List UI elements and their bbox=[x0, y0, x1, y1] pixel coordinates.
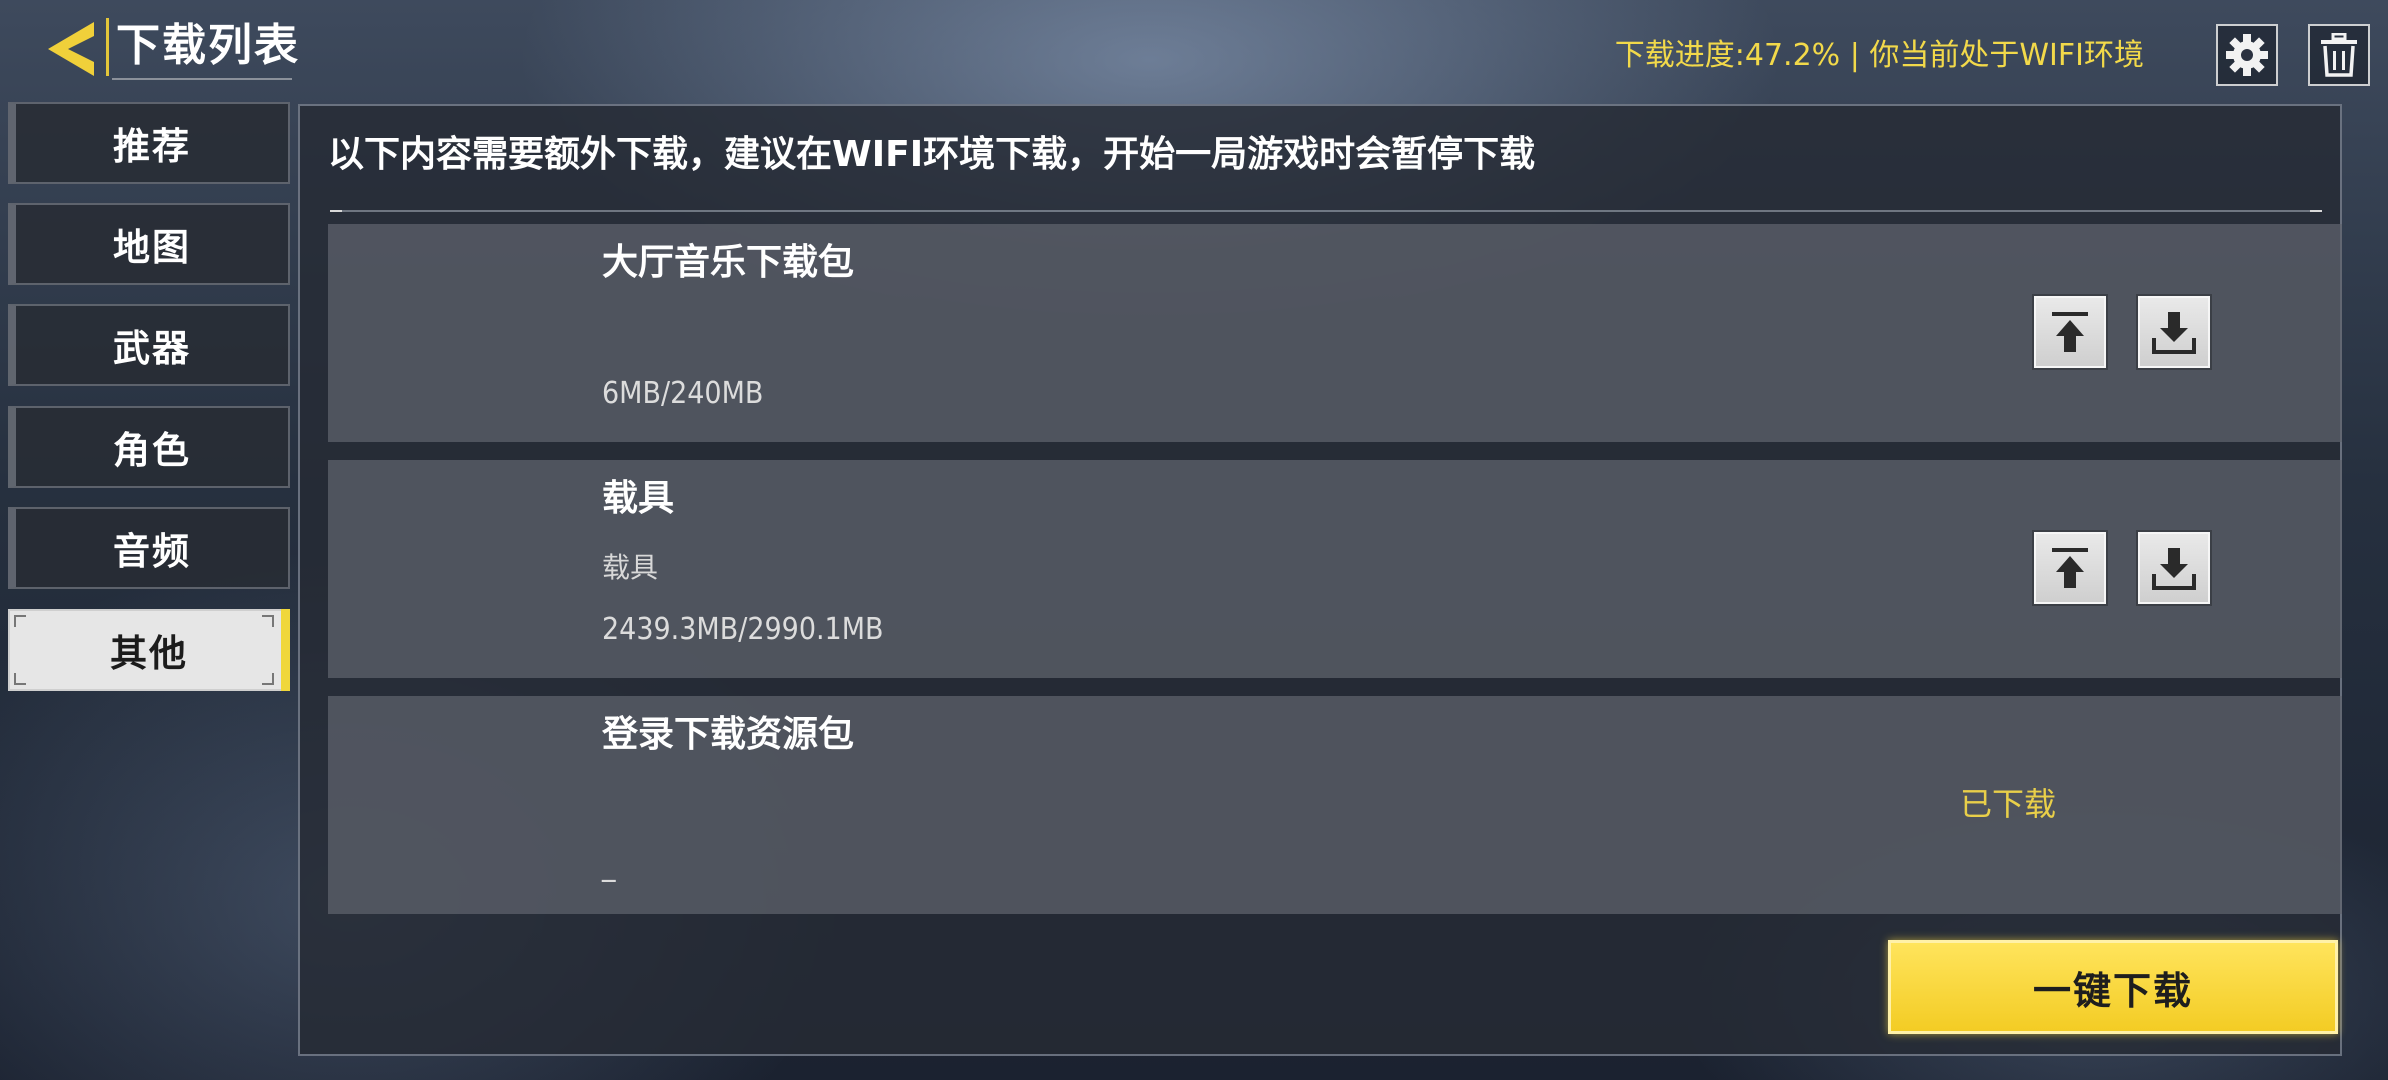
corner-bracket bbox=[14, 673, 26, 685]
download-list-panel: 以下内容需要额外下载，建议在WIFI环境下载，开始一局游戏时会暂停下载 大厅音乐… bbox=[298, 104, 2342, 1056]
corner-bracket bbox=[262, 615, 274, 627]
sidebar-item-weapon[interactable]: 武器 bbox=[8, 304, 290, 386]
trash-icon bbox=[2321, 33, 2357, 77]
delete-button[interactable] bbox=[2308, 24, 2370, 86]
package-row: 登录下载资源包 _ 已下载 bbox=[328, 696, 2342, 914]
corner-bracket bbox=[14, 615, 26, 627]
upload-icon bbox=[2052, 312, 2088, 352]
sidebar-item-label: 推荐 bbox=[113, 125, 191, 168]
package-description: 载具 bbox=[602, 551, 659, 584]
download-button[interactable] bbox=[2138, 532, 2210, 604]
divider-cap bbox=[2310, 210, 2322, 212]
package-row: 载具 载具 2439.3MB/2990.1MB bbox=[328, 460, 2342, 678]
divider-cap bbox=[330, 210, 342, 212]
sidebar-item-other[interactable]: 其他 bbox=[8, 609, 290, 691]
priority-up-button[interactable] bbox=[2034, 532, 2106, 604]
gear-icon bbox=[2226, 34, 2268, 76]
sidebar-item-audio[interactable]: 音频 bbox=[8, 507, 290, 589]
package-name: 载具 bbox=[602, 478, 675, 519]
sidebar-item-recommend[interactable]: 推荐 bbox=[8, 102, 290, 184]
download-notice: 以下内容需要额外下载，建议在WIFI环境下载，开始一局游戏时会暂停下载 bbox=[328, 134, 1536, 175]
download-icon bbox=[2152, 312, 2196, 354]
title-underline bbox=[112, 78, 292, 80]
header-divider bbox=[106, 18, 109, 76]
package-name: 大厅音乐下载包 bbox=[602, 242, 855, 283]
priority-up-button[interactable] bbox=[2034, 296, 2106, 368]
page-title: 下载列表 bbox=[116, 20, 300, 71]
back-arrow-icon bbox=[48, 22, 94, 76]
sidebar-item-character[interactable]: 角色 bbox=[8, 406, 290, 488]
downloaded-status: 已下载 bbox=[1960, 785, 2057, 823]
sidebar-item-label: 地图 bbox=[113, 226, 191, 269]
download-icon bbox=[2152, 548, 2196, 590]
package-size: 2439.3MB/2990.1MB bbox=[602, 612, 884, 647]
package-name: 登录下载资源包 bbox=[602, 714, 855, 755]
corner-bracket bbox=[262, 673, 274, 685]
one-key-download-button[interactable]: 一键下载 bbox=[1888, 940, 2338, 1034]
download-status: 下载进度:47.2% | 你当前处于WIFI环境 bbox=[1614, 38, 2144, 73]
sidebar-item-label: 武器 bbox=[113, 327, 191, 370]
download-button[interactable] bbox=[2138, 296, 2210, 368]
package-row: 大厅音乐下载包 6MB/240MB bbox=[328, 224, 2342, 442]
sidebar-item-map[interactable]: 地图 bbox=[8, 203, 290, 285]
package-size: _ bbox=[602, 848, 616, 883]
settings-button[interactable] bbox=[2216, 24, 2278, 86]
sidebar-item-label: 角色 bbox=[113, 429, 191, 472]
sidebar-item-label: 其他 bbox=[110, 632, 188, 675]
back-button[interactable] bbox=[40, 14, 102, 84]
upload-icon bbox=[2052, 548, 2088, 588]
sidebar-item-label: 音频 bbox=[113, 530, 191, 573]
notice-divider bbox=[330, 210, 2322, 212]
package-size: 6MB/240MB bbox=[602, 376, 764, 411]
